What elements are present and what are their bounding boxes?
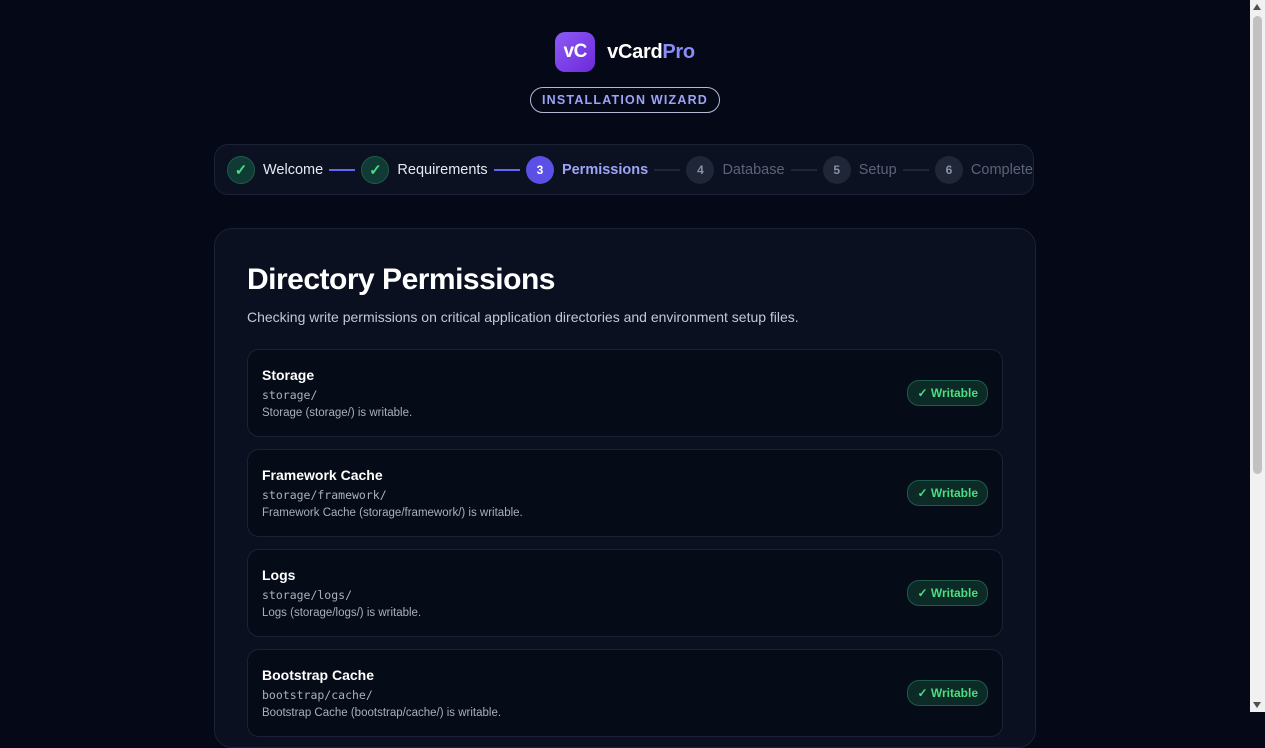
step-number: 5: [822, 155, 851, 184]
permission-description: Framework Cache (storage/framework/) is …: [262, 507, 523, 519]
page-subtitle: Checking write permissions on critical a…: [247, 309, 799, 325]
page-scrollbar[interactable]: [1250, 0, 1265, 712]
permission-path: storage/logs/: [262, 588, 353, 602]
permission-item-bootstrap-cache: Bootstrap Cache bootstrap/cache/ Bootstr…: [247, 649, 1003, 737]
step-complete: 6 Complete: [934, 155, 1033, 184]
step-label: Requirements: [397, 161, 488, 178]
status-badge: ✓ Writable: [907, 380, 988, 406]
step-setup: 5 Setup: [822, 155, 897, 184]
permission-list: Storage storage/ Storage (storage/) is w…: [247, 349, 1003, 737]
header: vC vCardPro INSTALLATION WIZARD: [0, 32, 1250, 113]
permission-name: Storage: [262, 367, 315, 383]
permission-path: storage/framework/: [262, 488, 387, 502]
step-label: Welcome: [263, 161, 324, 178]
permission-description: Storage (storage/) is writable.: [262, 407, 413, 419]
permission-item-framework-cache: Framework Cache storage/framework/ Frame…: [247, 449, 1003, 537]
step-welcome: ✓ Welcome: [227, 155, 324, 184]
scroll-down-icon[interactable]: [1253, 702, 1261, 708]
step-check-icon: ✓: [227, 155, 255, 184]
step-database: 4 Database: [686, 155, 785, 184]
step-connector: [493, 168, 520, 171]
step-connector: [654, 168, 681, 171]
wizard-stepper: ✓ Welcome ✓ Requirements 3 Permissions 4…: [214, 144, 1034, 195]
step-number: 3: [525, 155, 554, 184]
permission-path: bootstrap/cache/: [262, 688, 373, 702]
brand-name-accent: Pro: [662, 40, 695, 63]
brand-logo: vC vCardPro: [0, 32, 1250, 72]
permission-description: Bootstrap Cache (bootstrap/cache/) is wr…: [262, 707, 502, 719]
permission-item-storage: Storage storage/ Storage (storage/) is w…: [247, 349, 1003, 437]
step-label: Database: [722, 161, 785, 178]
step-label: Complete: [970, 161, 1033, 178]
status-badge: ✓ Writable: [907, 680, 988, 706]
brand-name-main: vCard: [607, 40, 663, 63]
permission-name: Framework Cache: [262, 467, 383, 483]
installation-wizard-badge: INSTALLATION WIZARD: [529, 87, 721, 113]
step-check-icon: ✓: [361, 155, 390, 184]
status-badge: ✓ Writable: [907, 580, 988, 606]
permission-path: storage/: [262, 388, 318, 402]
step-permissions: 3 Permissions: [525, 155, 649, 184]
permission-item-logs: Logs storage/logs/ Logs (storage/logs/) …: [247, 549, 1003, 637]
permission-name: Bootstrap Cache: [262, 667, 375, 683]
step-number: 6: [934, 155, 963, 184]
permission-name: Logs: [262, 567, 296, 583]
brand-name: vCardPro: [607, 41, 695, 64]
logo-badge: vC: [555, 32, 596, 72]
step-connector: [790, 168, 817, 171]
step-connector: [329, 168, 356, 171]
step-connector: [902, 168, 929, 171]
step-number: 4: [686, 155, 715, 184]
scroll-up-icon[interactable]: [1253, 4, 1261, 10]
page-title: Directory Permissions: [247, 263, 555, 296]
permission-description: Logs (storage/logs/) is writable.: [262, 607, 422, 619]
step-requirements: ✓ Requirements: [361, 155, 488, 184]
permissions-card: Directory Permissions Checking write per…: [214, 228, 1036, 748]
step-label: Permissions: [561, 161, 649, 178]
step-label: Setup: [858, 161, 897, 178]
scroll-thumb[interactable]: [1253, 16, 1262, 474]
status-badge: ✓ Writable: [907, 480, 988, 506]
